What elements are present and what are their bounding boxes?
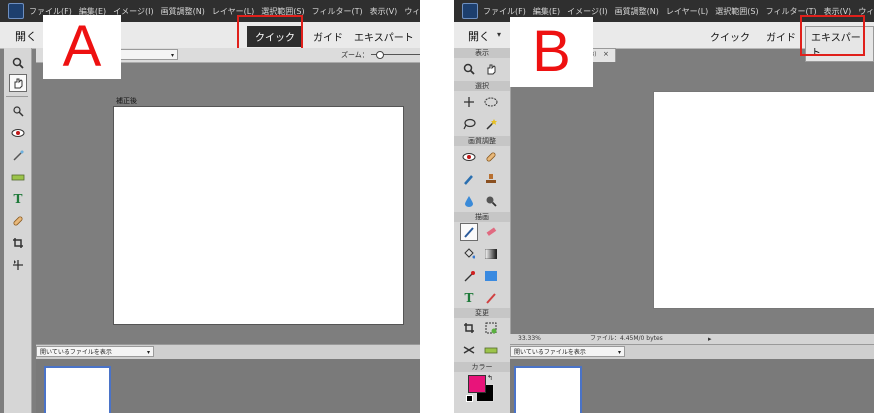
pencil-tool-icon[interactable] [482, 289, 500, 307]
close-icon[interactable]: × [603, 50, 609, 58]
menu-enhance[interactable]: 画質調整(N) [615, 6, 659, 17]
default-colors-icon[interactable] [466, 395, 473, 402]
canvas-label: 補正後 [116, 97, 137, 105]
type-tool-icon[interactable]: T [460, 289, 478, 307]
recompose-tool-icon[interactable] [482, 319, 500, 337]
chevron-down-icon: ▾ [170, 52, 174, 59]
sponge-tool-icon[interactable] [482, 192, 500, 210]
spot-healing-tool-icon[interactable] [482, 148, 500, 166]
eraser-tool-icon[interactable] [482, 223, 500, 241]
open-button[interactable]: 開く [15, 28, 37, 44]
highlight-box-expert [800, 15, 865, 56]
status-zoom: 33.33% [518, 335, 541, 342]
photo-bin [36, 359, 420, 413]
clone-stamp-tool-icon[interactable] [482, 170, 500, 188]
hand-tool-icon[interactable] [9, 74, 27, 92]
zoom-tool-icon[interactable] [9, 54, 27, 72]
lasso-tool-icon[interactable] [460, 115, 478, 133]
whiten-teeth-tool-icon[interactable] [9, 146, 27, 164]
section-color: カラー [454, 362, 510, 372]
label-a: A [43, 15, 121, 79]
smart-brush-tool-icon[interactable] [460, 170, 478, 188]
chevron-down-icon: ▾ [146, 349, 150, 356]
zoom-label: ズーム： [341, 51, 369, 59]
straighten-tool-icon[interactable] [482, 341, 500, 359]
image-canvas[interactable] [653, 91, 874, 309]
section-select: 選択 [454, 81, 510, 91]
section-draw: 描画 [454, 212, 510, 222]
app-logo-icon [8, 3, 24, 19]
menu-window[interactable]: ウィンドウ(W) [404, 6, 420, 17]
label-b: B [510, 17, 593, 87]
move-tool-icon[interactable] [460, 93, 478, 111]
menu-image[interactable]: イメージ(I) [567, 6, 607, 17]
brush-tool-icon[interactable] [460, 223, 478, 241]
photo-bin-header: 開いているファイルを表示 ▾ [36, 344, 420, 359]
gradient-tool-icon[interactable] [482, 245, 500, 263]
photo-bin [510, 359, 874, 413]
section-modify: 変更 [454, 308, 510, 318]
spot-healing-tool-icon[interactable] [9, 212, 27, 230]
app-logo-icon [462, 3, 478, 19]
tab-guide[interactable]: ガイド [766, 29, 796, 44]
type-tool-icon[interactable]: T [9, 190, 27, 208]
foreground-color-swatch[interactable] [468, 375, 486, 393]
straighten-tool-icon[interactable] [9, 168, 27, 186]
photo-thumbnail[interactable] [44, 366, 111, 413]
panel-expert-mode: ファイル(F) 編集(E) イメージ(I) 画質調整(N) レイヤー(L) 選択… [454, 0, 874, 413]
view-select[interactable]: ▾ [118, 49, 178, 60]
bin-select[interactable]: 開いているファイルを表示 ▾ [510, 346, 625, 357]
menu-view[interactable]: 表示(V) [370, 6, 398, 17]
zoom-slider-handle[interactable] [376, 51, 384, 59]
section-enhance: 画質調整 [454, 136, 510, 146]
toolbox: T [4, 48, 32, 413]
crop-tool-icon[interactable] [9, 234, 27, 252]
menu-edit[interactable]: 編集(E) [533, 6, 560, 17]
menu-enhance[interactable]: 画質調整(N) [161, 6, 205, 17]
hand-tool-icon[interactable] [482, 60, 500, 78]
crop-tool-icon[interactable] [460, 319, 478, 337]
red-eye-tool-icon[interactable] [460, 148, 478, 166]
toolbox-divider [6, 96, 28, 97]
menu-select[interactable]: 選択範囲(S) [715, 6, 758, 17]
chevron-down-icon: ▾ [617, 349, 621, 356]
photo-thumbnail[interactable] [514, 366, 582, 413]
magic-wand-tool-icon[interactable] [482, 115, 500, 133]
red-eye-tool-icon[interactable] [9, 124, 27, 142]
blur-tool-icon[interactable] [460, 192, 478, 210]
tab-quick[interactable]: クイック [710, 29, 750, 44]
eyedropper-tool-icon[interactable] [460, 267, 478, 285]
menu-file[interactable]: ファイル(F) [483, 6, 526, 17]
move-tool-icon[interactable] [9, 256, 27, 274]
tab-guide[interactable]: ガイド [313, 29, 343, 44]
shape-tool-icon[interactable] [482, 267, 500, 285]
photo-bin-header: 開いているファイルを表示 ▾ [510, 344, 874, 359]
content-aware-move-tool-icon[interactable] [460, 341, 478, 359]
status-file-size: ファイル：4.45M/0 bytes [590, 335, 663, 342]
image-canvas[interactable] [113, 106, 404, 325]
paint-bucket-tool-icon[interactable] [460, 245, 478, 263]
section-view: 表示 [454, 48, 510, 58]
open-dropdown-icon[interactable]: ▾ [497, 30, 501, 39]
menu-filter[interactable]: フィルター(T) [312, 6, 363, 17]
tab-expert[interactable]: エキスパート [354, 29, 414, 44]
toolbox: 表示 選択 画質調整 描画 T 変更 カラー ↰ [454, 48, 511, 413]
status-arrow-icon[interactable]: ▸ [708, 334, 712, 344]
menu-layer[interactable]: レイヤー(L) [666, 6, 708, 17]
marquee-tool-icon[interactable] [482, 93, 500, 111]
open-button[interactable]: 開く [468, 28, 490, 44]
quick-select-tool-icon[interactable] [9, 102, 27, 120]
status-bar: 33.33% ファイル：4.45M/0 bytes ▸ [510, 334, 874, 344]
bin-select[interactable]: 開いているファイルを表示 ▾ [36, 346, 154, 357]
panel-quick-mode: ファイル(F) 編集(E) イメージ(I) 画質調整(N) レイヤー(L) 選択… [0, 0, 420, 413]
swap-colors-icon[interactable]: ↰ [487, 374, 493, 382]
zoom-tool-icon[interactable] [460, 60, 478, 78]
